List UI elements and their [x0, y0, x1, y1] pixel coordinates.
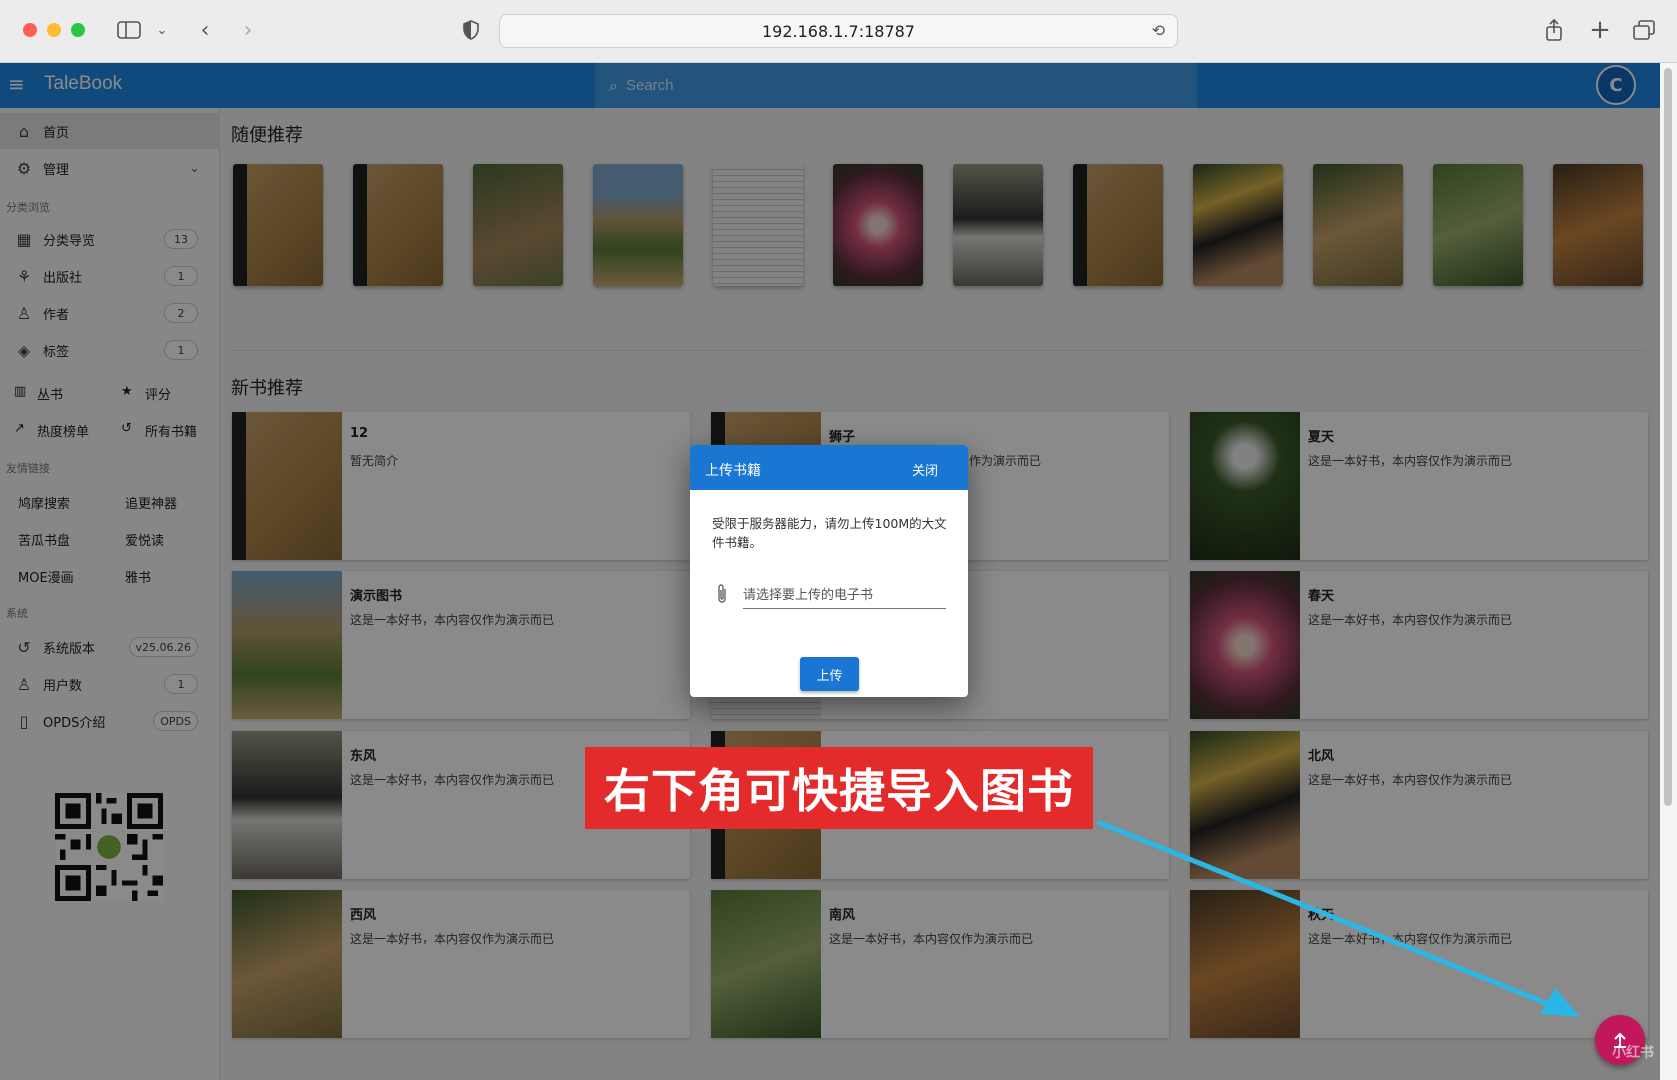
- shield-icon[interactable]: [460, 14, 482, 46]
- dialog-title: 上传书籍: [705, 463, 761, 479]
- scrollbar-thumb[interactable]: [1664, 68, 1672, 806]
- sidebar-toggle-icon[interactable]: [116, 14, 142, 46]
- back-icon[interactable]: ‹: [195, 14, 215, 46]
- annotation-arrow: [1097, 820, 1580, 1017]
- paperclip-icon[interactable]: [716, 583, 728, 610]
- new-tab-icon[interactable]: +: [1588, 14, 1612, 46]
- zoom-window-button[interactable]: [71, 23, 85, 37]
- annotation-banner: 右下角可快捷导入图书: [585, 747, 1093, 829]
- tabs-overview-icon[interactable]: [1632, 14, 1656, 46]
- file-input[interactable]: 请选择要上传的电子书: [743, 581, 946, 609]
- minimize-window-button[interactable]: [47, 23, 61, 37]
- close-button[interactable]: 关闭: [912, 460, 938, 479]
- close-window-button[interactable]: [23, 23, 37, 37]
- forward-icon[interactable]: ›: [238, 14, 258, 46]
- address-bar[interactable]: 192.168.1.7:18787 ⟲: [499, 14, 1178, 48]
- watermark: 小红书: [1612, 1045, 1654, 1061]
- upload-dialog: 上传书籍 关闭 受限于服务器能力，请勿上传100M的大文件书籍。 请选择要上传的…: [690, 445, 968, 697]
- dialog-message: 受限于服务器能力，请勿上传100M的大文件书籍。: [712, 516, 947, 550]
- dialog-header: 上传书籍 关闭: [690, 445, 968, 490]
- browser-toolbar: ⌄ ‹ › 192.168.1.7:18787 ⟲ +: [0, 0, 1677, 63]
- translate-reload-icons[interactable]: ⟲: [1152, 21, 1165, 40]
- upload-button[interactable]: 上传: [800, 657, 859, 691]
- url-text: 192.168.1.7:18787: [762, 21, 915, 41]
- chevron-down-icon[interactable]: ⌄: [152, 14, 172, 46]
- share-icon[interactable]: [1542, 14, 1566, 46]
